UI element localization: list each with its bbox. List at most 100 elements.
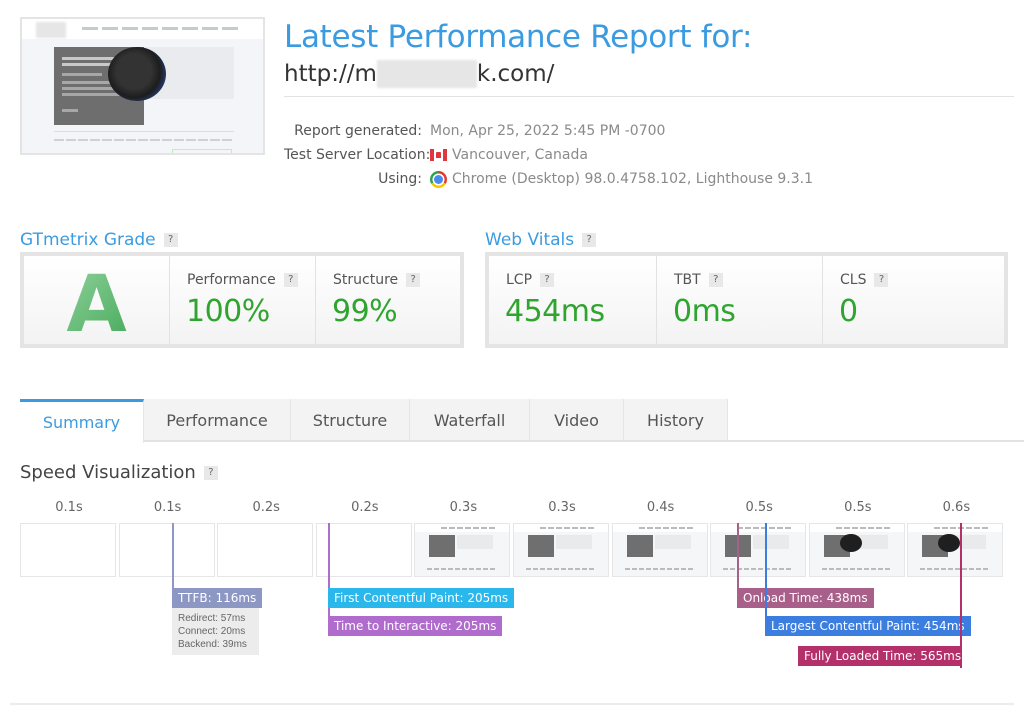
meta-value: Vancouver, Canada [452, 147, 588, 163]
tab-history[interactable]: History [624, 399, 728, 441]
gtmetrix-grade-title: GTmetrix Grade [20, 230, 156, 250]
filmstrip-frame[interactable] [907, 523, 1004, 577]
filmstrip-frame[interactable] [414, 523, 511, 577]
help-icon[interactable]: ? [540, 273, 555, 287]
filmstrip-frame[interactable] [611, 523, 708, 577]
metric-value: 454ms [505, 294, 605, 329]
meta-using: Using: Chrome (Desktop) 98.0.4758.102, L… [284, 167, 984, 191]
metric-value: 99% [332, 294, 398, 329]
meta-key: Report generated: [294, 123, 422, 139]
help-icon[interactable]: ? [708, 273, 723, 287]
onload-marker: Onload Time: 438ms [737, 588, 874, 608]
metric-label: Performance [187, 272, 276, 288]
metric-label: CLS [840, 272, 867, 288]
help-icon[interactable]: ? [874, 273, 889, 287]
thumb-text [54, 139, 234, 141]
help-icon[interactable]: ? [406, 273, 421, 287]
tbt-metric: TBT? 0ms [657, 256, 823, 344]
filmstrip-frame[interactable] [315, 523, 412, 577]
tti-marker: Time to Interactive: 205ms [328, 616, 503, 636]
url-prefix: http://m [284, 61, 377, 87]
section-divider [10, 703, 1014, 705]
speed-visualization-heading: Speed Visualization ? [20, 462, 218, 483]
lcp-marker: Largest Contentful Paint: 454ms [765, 616, 971, 636]
web-vitals-panel: LCP? 454ms TBT? 0ms CLS? 0 [485, 252, 1008, 348]
url-suffix: k.com/ [476, 61, 555, 87]
tab-structure[interactable]: Structure [291, 399, 410, 441]
metric-value: 100% [186, 294, 270, 329]
page-title: Latest Performance Report for: [284, 19, 753, 55]
thumb-earbud-image [108, 47, 166, 101]
fully-loaded-marker: Fully Loaded Time: 565ms [798, 646, 962, 666]
meta-key: Test Server Location: [284, 147, 431, 163]
grade-cell: A [24, 256, 170, 350]
tab-waterfall[interactable]: Waterfall [410, 399, 530, 441]
frame-time-label: 0.6s [942, 500, 971, 515]
fcp-marker: First Contentful Paint: 205ms [328, 588, 515, 608]
meta-report-generated: Report generated: Mon, Apr 25, 2022 5:45… [284, 119, 984, 143]
frame-time-label: 0.3s [449, 500, 478, 515]
filmstrip-frame[interactable] [513, 523, 609, 577]
help-icon[interactable]: ? [283, 273, 298, 287]
tab-summary[interactable]: Summary [20, 399, 144, 443]
chrome-icon [430, 170, 447, 188]
metric-value: 0ms [673, 294, 736, 329]
meta-server-location: Test Server Location: Vancouver, Canada [284, 143, 984, 167]
frame-time-label: 0.2s [252, 500, 280, 515]
ttfb-connect: Connect: 20ms [178, 626, 246, 637]
thumb-button [172, 149, 232, 153]
meta-value: Mon, Apr 25, 2022 5:45 PM -0700 [430, 123, 666, 139]
canada-flag-icon [430, 149, 447, 161]
header-divider [284, 96, 1014, 97]
performance-score: Performance? 100% [170, 256, 316, 344]
gtmetrix-grade-panel: A Performance? 100% Structure? 99% [20, 252, 464, 350]
filmstrip-frame[interactable] [20, 523, 116, 577]
thumb-logo [36, 22, 66, 38]
ttfb-marker: TTFB: 116ms [172, 588, 263, 608]
lcp-metric: LCP? 454ms [489, 256, 657, 344]
cls-metric: CLS? 0 [823, 256, 1004, 344]
frame-time-label: 0.5s [745, 500, 773, 515]
metric-label: LCP [506, 272, 533, 288]
report-tabs: Summary Performance Structure Waterfall … [20, 399, 1024, 443]
frame-time-label: 0.5s [844, 500, 872, 515]
filmstrip-frame[interactable] [710, 523, 807, 577]
help-icon[interactable]: ? [203, 465, 218, 480]
metric-value: 0 [839, 294, 858, 329]
filmstrip-frame[interactable] [808, 523, 905, 577]
fcp-tti-line [328, 523, 330, 628]
help-icon[interactable]: ? [163, 233, 178, 247]
metric-label: Structure [333, 272, 399, 288]
onload-line [737, 523, 739, 598]
metric-label: TBT [674, 272, 701, 288]
web-vitals-heading: Web Vitals ? [485, 230, 597, 250]
grade-letter: A [24, 260, 169, 350]
report-url[interactable]: http://m k.com/ [284, 60, 554, 88]
web-vitals-title: Web Vitals [485, 230, 575, 250]
tab-video[interactable]: Video [530, 399, 624, 441]
gtmetrix-grade-heading: GTmetrix Grade ? [20, 230, 178, 250]
frame-time-label: 0.3s [548, 500, 576, 515]
ttfb-backend: Backend: 39ms [178, 639, 247, 650]
ttfb-breakdown: Redirect: 57ms Connect: 20ms Backend: 39… [172, 608, 259, 655]
thumb-divider [54, 131, 234, 132]
meta-key: Using: [378, 171, 422, 187]
filmstrip-frame[interactable] [118, 523, 215, 577]
frame-time-label: 0.1s [153, 500, 182, 515]
ttfb-line [172, 523, 174, 598]
speed-visualization-title: Speed Visualization [20, 462, 196, 483]
ttfb-redirect: Redirect: 57ms [178, 613, 246, 624]
lcp-line [765, 523, 767, 628]
help-icon[interactable]: ? [582, 233, 597, 247]
filmstrip: 0.1s 0.1s 0.2s 0.2s 0.3s 0.3s 0.4s 0.5s 0.5s 0.6s… [20, 500, 1010, 680]
thumb-nav-links [82, 27, 242, 30]
frame-time-label: 0.4s [646, 500, 675, 515]
page-screenshot-thumbnail[interactable] [20, 17, 265, 155]
frame-time-label: 0.1s [55, 500, 83, 515]
filmstrip-frame[interactable] [217, 523, 314, 577]
report-meta: Report generated: Mon, Apr 25, 2022 5:45… [284, 119, 984, 191]
structure-score: Structure? 99% [316, 256, 460, 344]
frame-time-label: 0.2s [351, 500, 379, 515]
tab-performance[interactable]: Performance [144, 399, 291, 441]
url-redacted [376, 60, 477, 88]
